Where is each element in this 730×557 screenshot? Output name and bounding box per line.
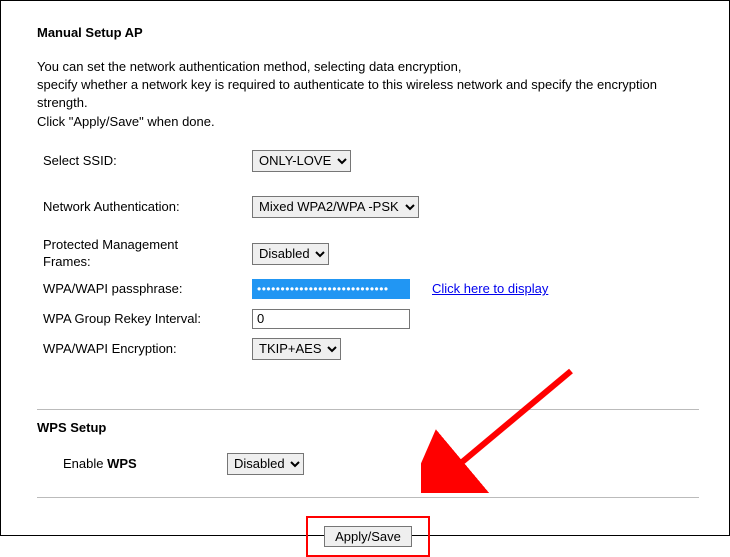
row-auth: Network Authentication: Mixed WPA2/WPA -… — [37, 195, 699, 219]
label-rekey: WPA Group Rekey Interval: — [37, 311, 252, 326]
input-passphrase[interactable] — [252, 279, 410, 299]
row-pmf: Protected Management Frames: Disabled — [37, 237, 699, 271]
label-wps: Enable WPS — [37, 456, 227, 471]
select-encryption[interactable]: TKIP+AES — [252, 338, 341, 360]
intro-line3: Click "Apply/Save" when done. — [37, 114, 215, 129]
label-encryption: WPA/WAPI Encryption: — [37, 341, 252, 356]
select-pmf[interactable]: Disabled — [252, 243, 329, 265]
label-pmf: Protected Management Frames: — [37, 237, 252, 271]
apply-save-button[interactable]: Apply/Save — [324, 526, 412, 547]
row-ssid: Select SSID: ONLY-LOVE — [37, 149, 699, 173]
label-auth: Network Authentication: — [37, 199, 252, 214]
wps-section-title: WPS Setup — [37, 420, 699, 435]
link-display-passphrase[interactable]: Click here to display — [432, 281, 548, 296]
row-wps: Enable WPS Disabled — [37, 453, 699, 475]
select-ssid[interactable]: ONLY-LOVE — [252, 150, 351, 172]
row-rekey: WPA Group Rekey Interval: — [37, 307, 699, 331]
label-passphrase: WPA/WAPI passphrase: — [37, 281, 252, 296]
select-wps[interactable]: Disabled — [227, 453, 304, 475]
row-encryption: WPA/WAPI Encryption: TKIP+AES — [37, 337, 699, 361]
intro-text: You can set the network authentication m… — [37, 58, 699, 131]
intro-line1: You can set the network authentication m… — [37, 59, 461, 74]
row-passphrase: WPA/WAPI passphrase: Click here to displ… — [37, 277, 699, 301]
divider-1 — [37, 409, 699, 410]
divider-2 — [37, 497, 699, 498]
page-title: Manual Setup AP — [37, 25, 699, 40]
apply-save-highlight: Apply/Save — [306, 516, 430, 557]
intro-line2: specify whether a network key is require… — [37, 77, 657, 110]
label-ssid: Select SSID: — [37, 153, 252, 168]
select-network-auth[interactable]: Mixed WPA2/WPA -PSK — [252, 196, 419, 218]
input-rekey-interval[interactable] — [252, 309, 410, 329]
